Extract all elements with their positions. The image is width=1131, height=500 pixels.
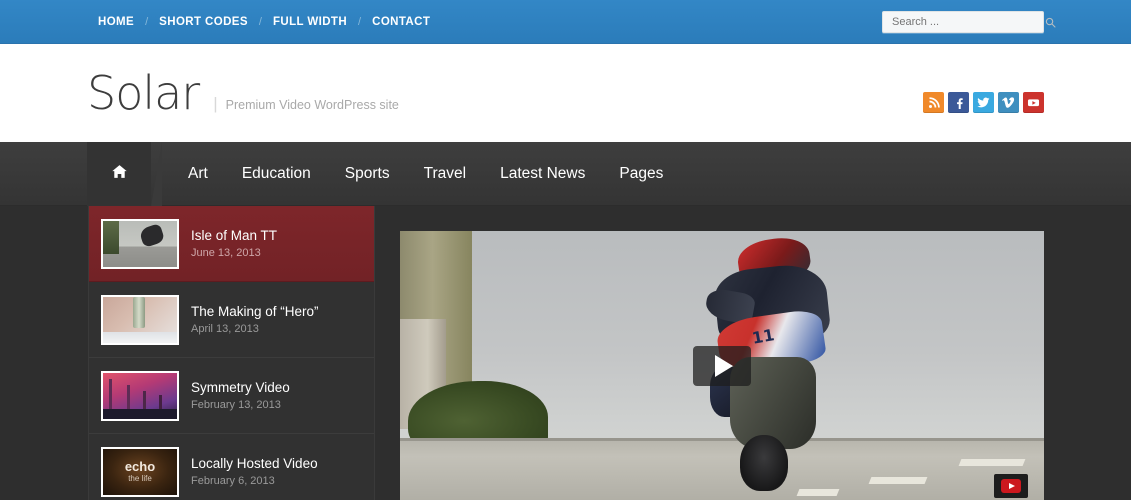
playlist-item-meta: Isle of Man TT June 13, 2013 xyxy=(191,228,277,259)
content-area: Isle of Man TT June 13, 2013 The Making … xyxy=(0,206,1131,500)
left-gutter xyxy=(0,206,88,500)
site-header: Solar | Premium Video WordPress site xyxy=(0,44,1131,142)
play-button[interactable] xyxy=(693,345,751,386)
site-logo[interactable]: Solar xyxy=(87,70,200,116)
nav-link-art[interactable]: Art xyxy=(171,142,225,206)
playlist-item-title: Isle of Man TT xyxy=(191,228,278,243)
nav-item-education[interactable]: Education xyxy=(225,142,328,206)
playlist-item-date: February 13, 2013 xyxy=(191,399,281,411)
thumbnail-text-primary: echo xyxy=(124,459,156,474)
video-player[interactable]: 11 xyxy=(400,231,1044,500)
youtube-badge[interactable] xyxy=(994,474,1028,498)
nav-item-sports[interactable]: Sports xyxy=(328,142,407,206)
playlist-item-title: Locally Hosted Video xyxy=(191,456,318,471)
road-dash xyxy=(958,459,1026,466)
video-playlist: Isle of Man TT June 13, 2013 The Making … xyxy=(88,206,375,500)
top-bar: HOME / SHORT CODES / FULL WIDTH / CONTAC… xyxy=(0,0,1131,44)
road-dash xyxy=(796,489,840,496)
playlist-item-meta: Locally Hosted Video February 6, 2013 xyxy=(191,456,318,487)
playlist-thumbnail xyxy=(101,218,179,269)
playlist-item-date: February 6, 2013 xyxy=(191,475,275,487)
motorcycle-wheel xyxy=(740,435,788,491)
playlist-item-meta: Symmetry Video February 13, 2013 xyxy=(191,380,290,411)
nav-item-art[interactable]: Art xyxy=(171,142,225,206)
facebook-icon[interactable] xyxy=(948,92,969,113)
playlist-item-date: June 13, 2013 xyxy=(191,247,261,259)
playlist-item-the-making-of-hero[interactable]: The Making of “Hero” April 13, 2013 xyxy=(89,282,374,358)
twitter-icon[interactable] xyxy=(973,92,994,113)
rider-number: 11 xyxy=(750,325,776,348)
nav-link-latest-news[interactable]: Latest News xyxy=(483,142,602,206)
nav-link-travel[interactable]: Travel xyxy=(407,142,484,206)
home-icon xyxy=(111,163,128,185)
playlist-item-symmetry-video[interactable]: Symmetry Video February 13, 2013 xyxy=(89,358,374,434)
thumbnail-text-secondary: the life xyxy=(128,474,152,483)
vimeo-icon[interactable] xyxy=(998,92,1019,113)
playlist-item-title: Symmetry Video xyxy=(191,380,290,395)
nav-item-pages[interactable]: Pages xyxy=(602,142,680,206)
search-input[interactable] xyxy=(883,12,1040,32)
video-stage: 11 xyxy=(375,206,1131,500)
brand[interactable]: Solar | Premium Video WordPress site xyxy=(87,70,399,116)
playlist-item-date: April 13, 2013 xyxy=(191,323,259,335)
social-links xyxy=(923,92,1044,113)
nav-home-button[interactable] xyxy=(87,141,162,206)
nav-link-sports[interactable]: Sports xyxy=(328,142,407,206)
site-tagline: Premium Video WordPress site xyxy=(225,98,399,112)
rss-icon[interactable] xyxy=(923,92,944,113)
search-box[interactable] xyxy=(882,11,1056,33)
youtube-icon[interactable] xyxy=(1023,92,1044,113)
brand-divider: | xyxy=(213,94,218,113)
search-icon[interactable] xyxy=(1040,12,1060,32)
playlist-thumbnail xyxy=(101,370,179,421)
nav-link-education[interactable]: Education xyxy=(225,142,328,206)
playlist-item-title: The Making of “Hero” xyxy=(191,304,319,319)
nav-item-travel[interactable]: Travel xyxy=(407,142,484,206)
top-nav-item-contact[interactable]: CONTACT xyxy=(361,0,441,44)
road-dash xyxy=(868,477,928,484)
top-nav-item-home[interactable]: HOME xyxy=(87,0,145,44)
nav-item-latest-news[interactable]: Latest News xyxy=(483,142,602,206)
nav-items: Art Education Sports Travel Latest News … xyxy=(171,142,680,206)
main-navigation: Art Education Sports Travel Latest News … xyxy=(0,141,1131,206)
top-nav-item-full-width[interactable]: FULL WIDTH xyxy=(262,0,358,44)
playlist-item-locally-hosted-video[interactable]: echo the life Locally Hosted Video Febru… xyxy=(89,434,374,500)
top-navigation: HOME / SHORT CODES / FULL WIDTH / CONTAC… xyxy=(87,0,441,44)
playlist-item-meta: The Making of “Hero” April 13, 2013 xyxy=(191,304,319,335)
playlist-item-isle-of-man-tt[interactable]: Isle of Man TT June 13, 2013 xyxy=(89,206,374,282)
youtube-play-icon xyxy=(1001,479,1021,493)
playlist-thumbnail: echo the life xyxy=(101,446,179,497)
nav-link-pages[interactable]: Pages xyxy=(602,142,680,206)
top-nav-item-short-codes[interactable]: SHORT CODES xyxy=(148,0,259,44)
playlist-thumbnail xyxy=(101,294,179,345)
